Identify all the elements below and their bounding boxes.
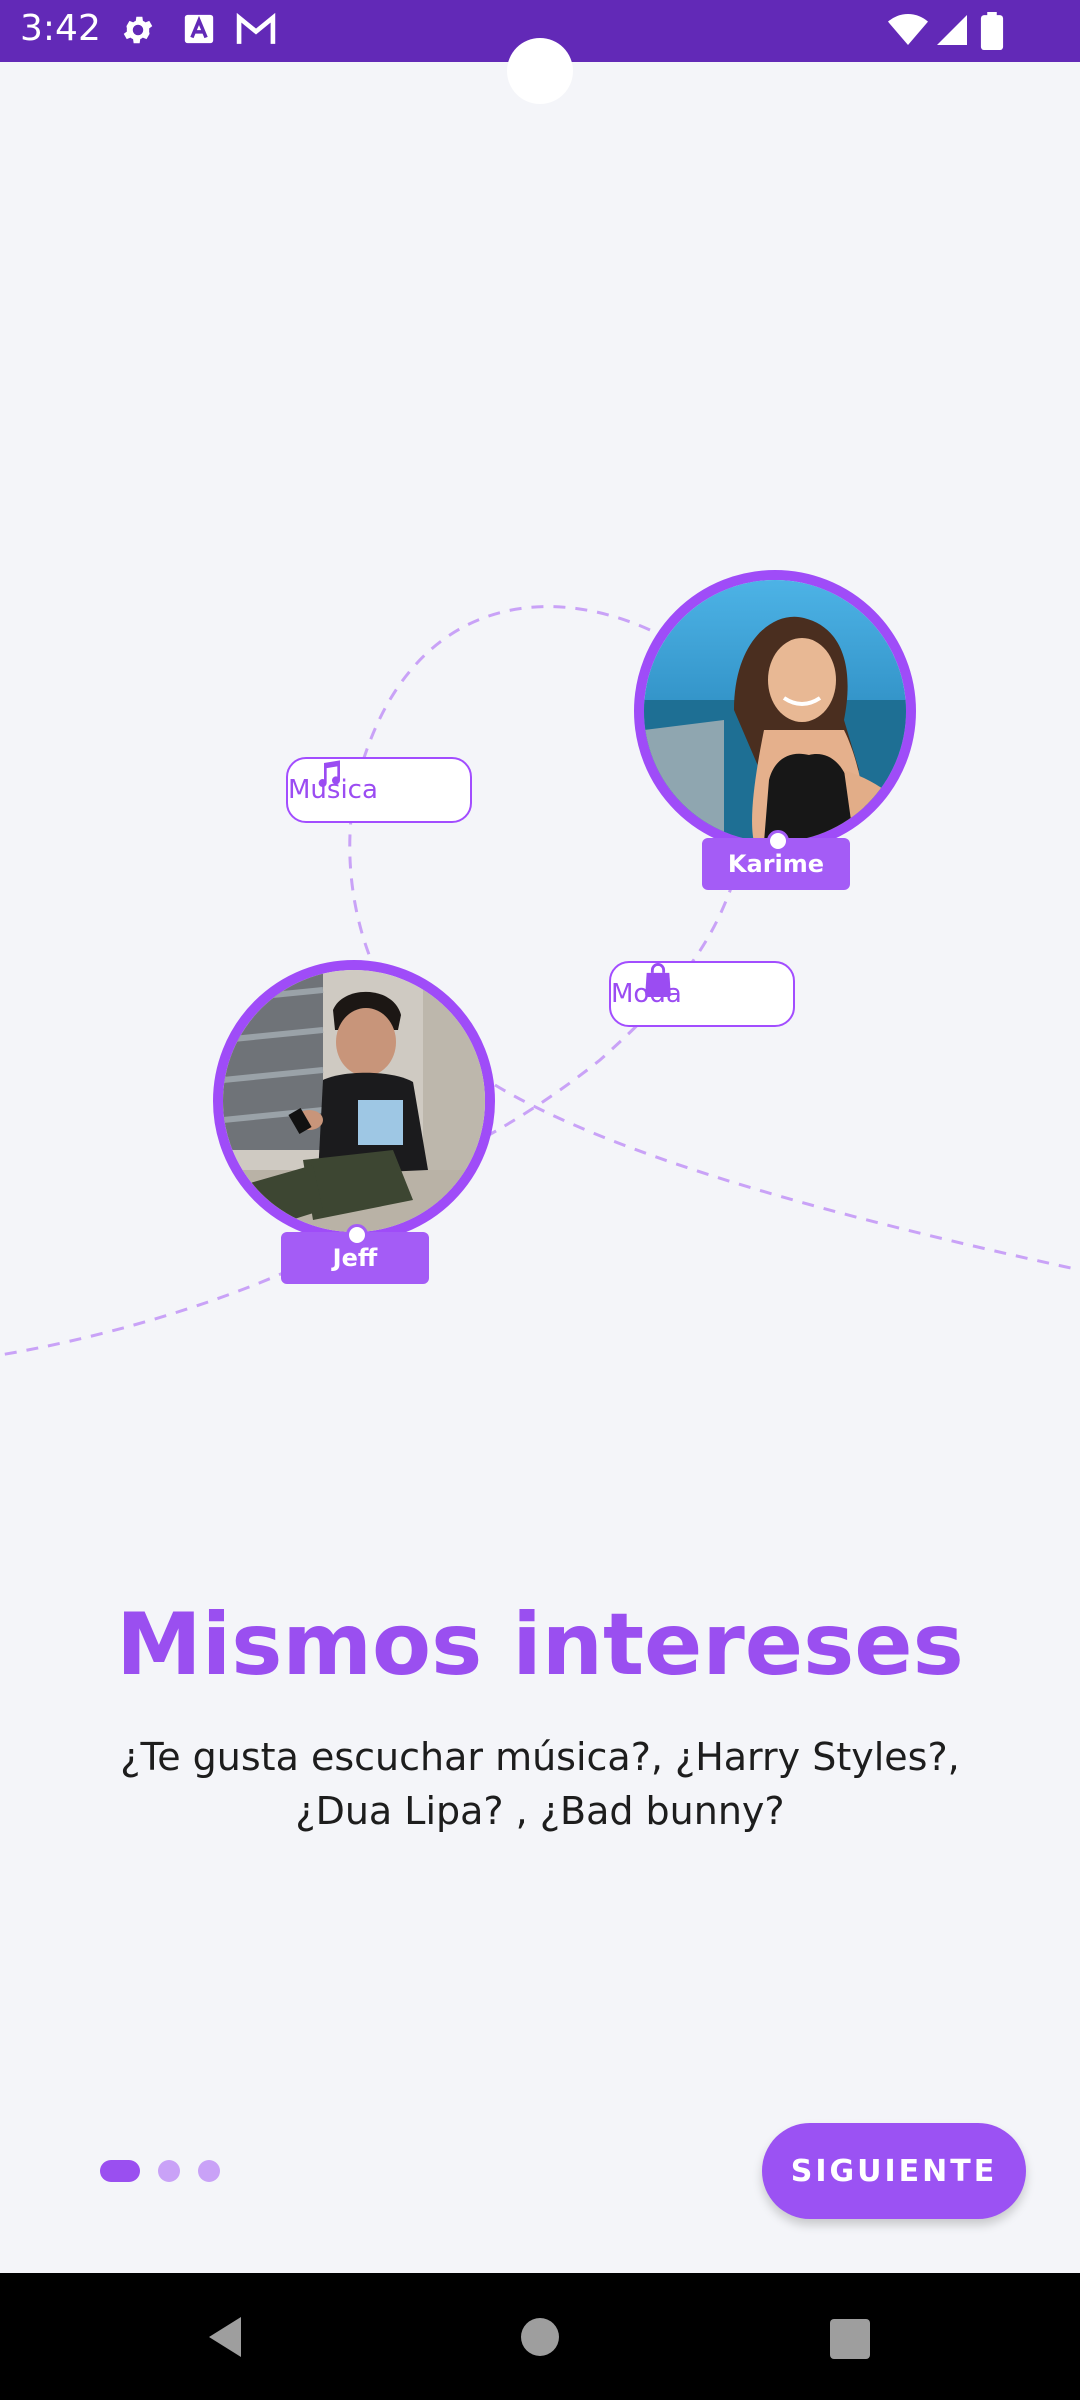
jeff-avatar xyxy=(213,960,495,1242)
a-badge-icon xyxy=(184,14,214,44)
karime-name: Karime xyxy=(727,850,825,878)
shopping-bag-icon xyxy=(645,963,671,997)
battery-icon xyxy=(980,12,1004,50)
page-title: Mismos intereses xyxy=(116,1595,964,1695)
next-button[interactable]: SIGUIENTE xyxy=(762,2123,1026,2219)
page-description: ¿Te gusta escuchar música?, ¿Harry Style… xyxy=(120,1735,960,1833)
page-indicator xyxy=(100,2160,220,2182)
next-button-label: SIGUIENTE xyxy=(790,2153,998,2189)
gear-icon xyxy=(123,16,153,44)
signal-icon xyxy=(937,15,967,45)
page-dot-1[interactable] xyxy=(100,2160,140,2182)
karime-connector-dot xyxy=(767,830,789,852)
page-dot-2[interactable] xyxy=(158,2160,180,2182)
tag-moda: Moda xyxy=(609,961,795,1027)
camera-cutout xyxy=(507,38,573,104)
interests-illustration: Karime Jeff Musica xyxy=(0,540,1080,1400)
home-icon[interactable] xyxy=(520,2317,560,2357)
connection-lines xyxy=(0,605,1080,1357)
wifi-icon xyxy=(888,14,928,45)
tag-musica: Musica xyxy=(286,757,472,823)
back-icon[interactable] xyxy=(205,2315,245,2359)
karime-avatar xyxy=(634,570,916,852)
page-dot-3[interactable] xyxy=(198,2160,220,2182)
onboarding-screen: 3:42 Karime Jeff Musica Mismos intereses… xyxy=(0,0,1080,2400)
gmail-icon xyxy=(236,12,276,44)
navigation-bar xyxy=(0,2273,1080,2400)
music-note-icon xyxy=(318,760,341,788)
jeff-connector-dot xyxy=(346,1224,368,1246)
jeff-name: Jeff xyxy=(332,1244,378,1272)
recents-icon[interactable] xyxy=(830,2319,870,2359)
status-time: 3:42 xyxy=(20,8,101,49)
